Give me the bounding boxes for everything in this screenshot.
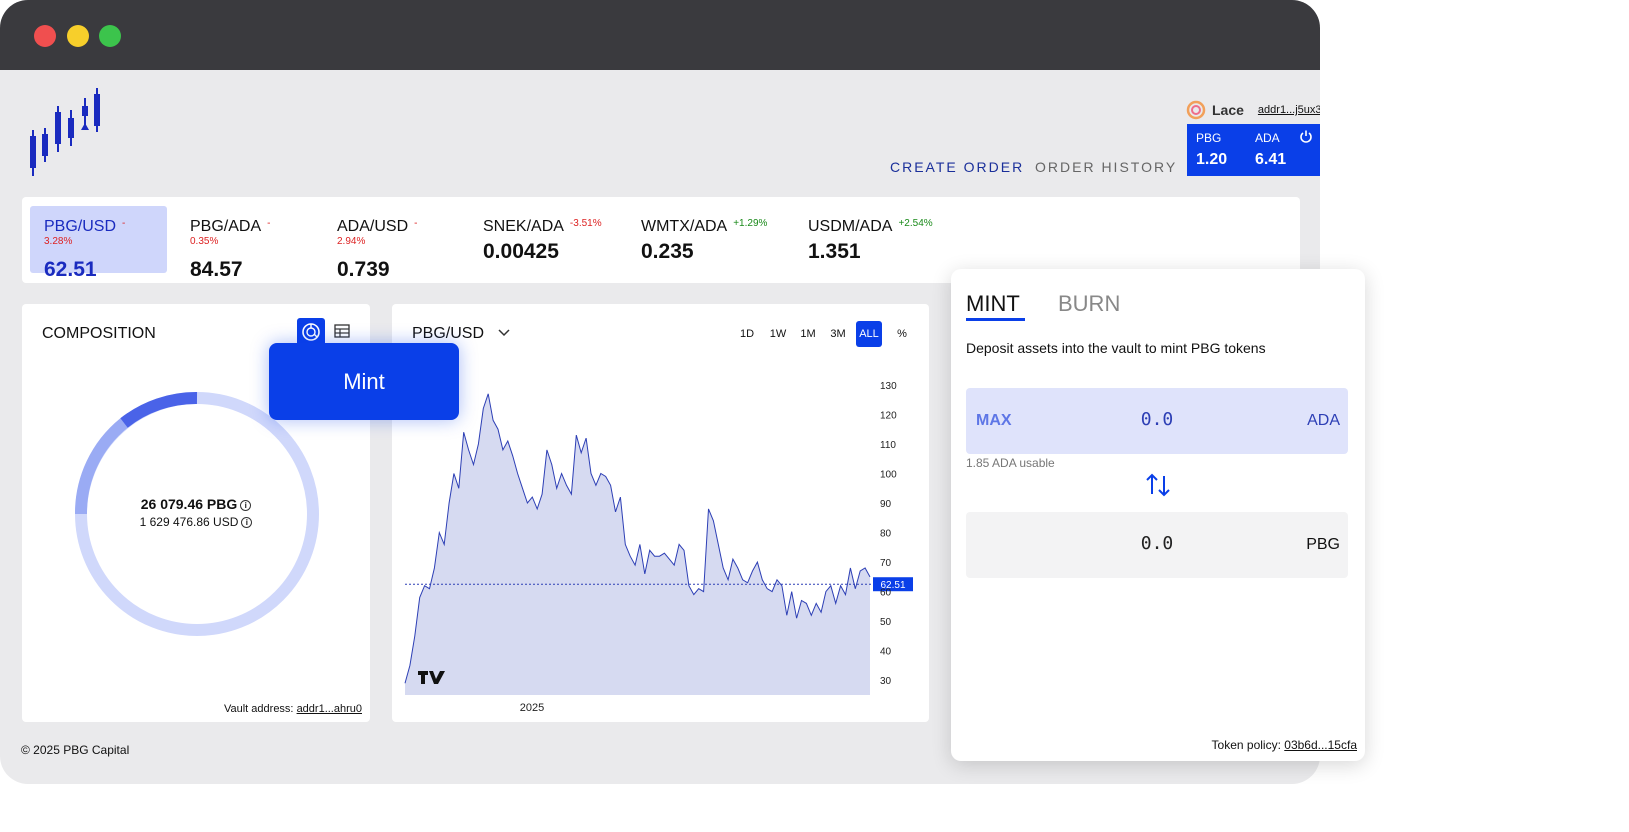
y-tick-label: 70 xyxy=(880,558,892,569)
y-tick-label: 120 xyxy=(880,410,897,421)
x-tick-label: 2025 xyxy=(520,702,544,714)
composition-title: COMPOSITION xyxy=(42,325,156,342)
y-tick-label: 30 xyxy=(880,676,892,687)
balance-value-ada: 6.41 xyxy=(1255,151,1287,168)
total-pbg-value: 26 079.46 PBG xyxy=(140,496,238,512)
candlestick-logo-icon[interactable] xyxy=(28,88,104,178)
maximize-window-button[interactable] xyxy=(99,25,121,47)
deposit-unit: ADA xyxy=(1307,412,1340,429)
token-policy: Token policy: 03b6d...15cfa xyxy=(1212,738,1357,752)
y-tick-label: 80 xyxy=(880,529,892,540)
ticker-value: 0.739 xyxy=(337,258,390,281)
ticker-pair: USDM/ADA xyxy=(808,218,893,235)
y-tick-label: 50 xyxy=(880,617,892,628)
y-tick-label: 110 xyxy=(880,440,896,451)
y-tick-label: 100 xyxy=(880,470,897,481)
lace-wallet-icon xyxy=(1186,100,1206,120)
vault-address-link[interactable]: addr1...ahru0 xyxy=(297,703,362,715)
donut-view-button[interactable] xyxy=(297,318,325,346)
table-view-icon[interactable] xyxy=(334,323,350,339)
mint-description: Deposit assets into the vault to mint PB… xyxy=(966,340,1266,356)
ticker-item-usdm-ada[interactable]: USDM/ADA +2.54% 1.351 xyxy=(794,206,944,273)
price-area-fill xyxy=(405,393,870,695)
pie-chart-icon xyxy=(302,323,320,341)
footer-copyright: © 2025 PBG Capital xyxy=(21,743,130,757)
close-window-button[interactable] xyxy=(34,25,56,47)
ticker-pair: PBG/ADA xyxy=(190,218,262,235)
ticker-value: 1.351 xyxy=(808,240,861,263)
composition-total-pbg: 26 079.46 PBG i xyxy=(22,496,370,512)
usable-balance: 1.85 ADA usable xyxy=(966,456,1055,470)
y-tick-label: 60 xyxy=(880,588,892,599)
composition-total-usd: 1 629 476.86 USD i xyxy=(22,515,370,529)
ticker-change: -3.51% xyxy=(569,218,602,229)
ticker-value: 62.51 xyxy=(44,258,97,281)
swap-arrows-icon[interactable] xyxy=(1144,472,1172,498)
minimize-window-button[interactable] xyxy=(67,25,89,47)
deposit-input-field[interactable]: MAX 0.0 ADA xyxy=(966,388,1348,454)
mint-panel: MINT BURN Deposit assets into the vault … xyxy=(951,269,1365,761)
ticker-item-pbg-usd[interactable]: PBG/USD -3.28% 62.51 xyxy=(30,206,167,281)
ticker-pair: WMTX/ADA xyxy=(641,218,728,235)
ticker-item-ada-usd[interactable]: ADA/USD -2.94% 0.739 xyxy=(323,206,453,281)
ticker-value: 0.00425 xyxy=(483,240,559,263)
vault-label: Vault address: xyxy=(223,703,294,715)
nav-order-history[interactable]: ORDER HISTORY xyxy=(1035,159,1177,175)
ticker-change: +2.54% xyxy=(898,218,933,229)
ticker-value: 84.57 xyxy=(190,258,243,281)
y-tick-label: 90 xyxy=(880,499,892,510)
balance-label-ada: ADA xyxy=(1255,131,1280,145)
power-disconnect-icon[interactable] xyxy=(1299,129,1313,143)
balance-value-pbg: 1.20 xyxy=(1196,151,1228,168)
receive-output-field: 0.0 PBG xyxy=(966,512,1348,578)
ticker-item-pbg-ada[interactable]: PBG/ADA -0.35% 84.57 xyxy=(176,206,306,281)
title-bar xyxy=(0,0,1320,70)
vault-address: Vault address: addr1...ahru0 xyxy=(224,703,362,715)
wallet-name: Lace xyxy=(1212,102,1244,118)
receive-amount: 0.0 xyxy=(1140,533,1174,554)
donut-segment-primary xyxy=(120,391,198,428)
ticker-change: +1.29% xyxy=(733,218,768,229)
policy-label: Token policy: xyxy=(1211,738,1281,752)
y-tick-label: 130 xyxy=(880,381,897,392)
tab-mint[interactable]: MINT xyxy=(966,291,1020,317)
ticker-item-snek-ada[interactable]: SNEK/ADA -3.51% 0.00425 xyxy=(469,206,619,273)
ticker-value: 0.235 xyxy=(641,240,694,263)
wallet-connection[interactable]: Lace addr1...j5ux3 xyxy=(1186,100,1320,120)
ticker-pair: ADA/USD xyxy=(337,218,409,235)
ticker-pair: SNEK/ADA xyxy=(483,218,564,235)
ticker-pair: PBG/USD xyxy=(44,218,117,235)
tab-active-indicator xyxy=(966,318,1025,321)
price-chart-card: PBG/USD 1D 1W 1M 3M ALL % 62.51 30 40 50 60 7… xyxy=(392,304,929,722)
ticker-item-wmtx-ada[interactable]: WMTX/ADA +1.29% 0.235 xyxy=(627,206,777,273)
balance-label-pbg: PBG xyxy=(1196,131,1222,145)
y-tick-label: 40 xyxy=(880,647,892,658)
wallet-balance-box: PBG ADA 1.20 6.41 xyxy=(1187,124,1320,176)
wallet-address-link[interactable]: addr1...j5ux3 xyxy=(1258,104,1320,116)
mint-button[interactable]: Mint xyxy=(269,343,459,420)
info-icon[interactable]: i xyxy=(240,500,252,511)
info-icon[interactable]: i xyxy=(241,517,253,528)
nav-create-order[interactable]: CREATE ORDER xyxy=(890,159,1024,175)
receive-unit: PBG xyxy=(1306,536,1340,553)
price-area-chart[interactable]: 62.51304050607080901001101201302025 xyxy=(392,304,929,722)
composition-donut-chart xyxy=(74,391,319,636)
total-usd-value: 1 629 476.86 USD xyxy=(139,515,239,529)
deposit-amount-input[interactable]: 0.0 xyxy=(966,409,1348,430)
tab-burn[interactable]: BURN xyxy=(1058,291,1120,317)
policy-id-link[interactable]: 03b6d...15cfa xyxy=(1284,738,1357,752)
